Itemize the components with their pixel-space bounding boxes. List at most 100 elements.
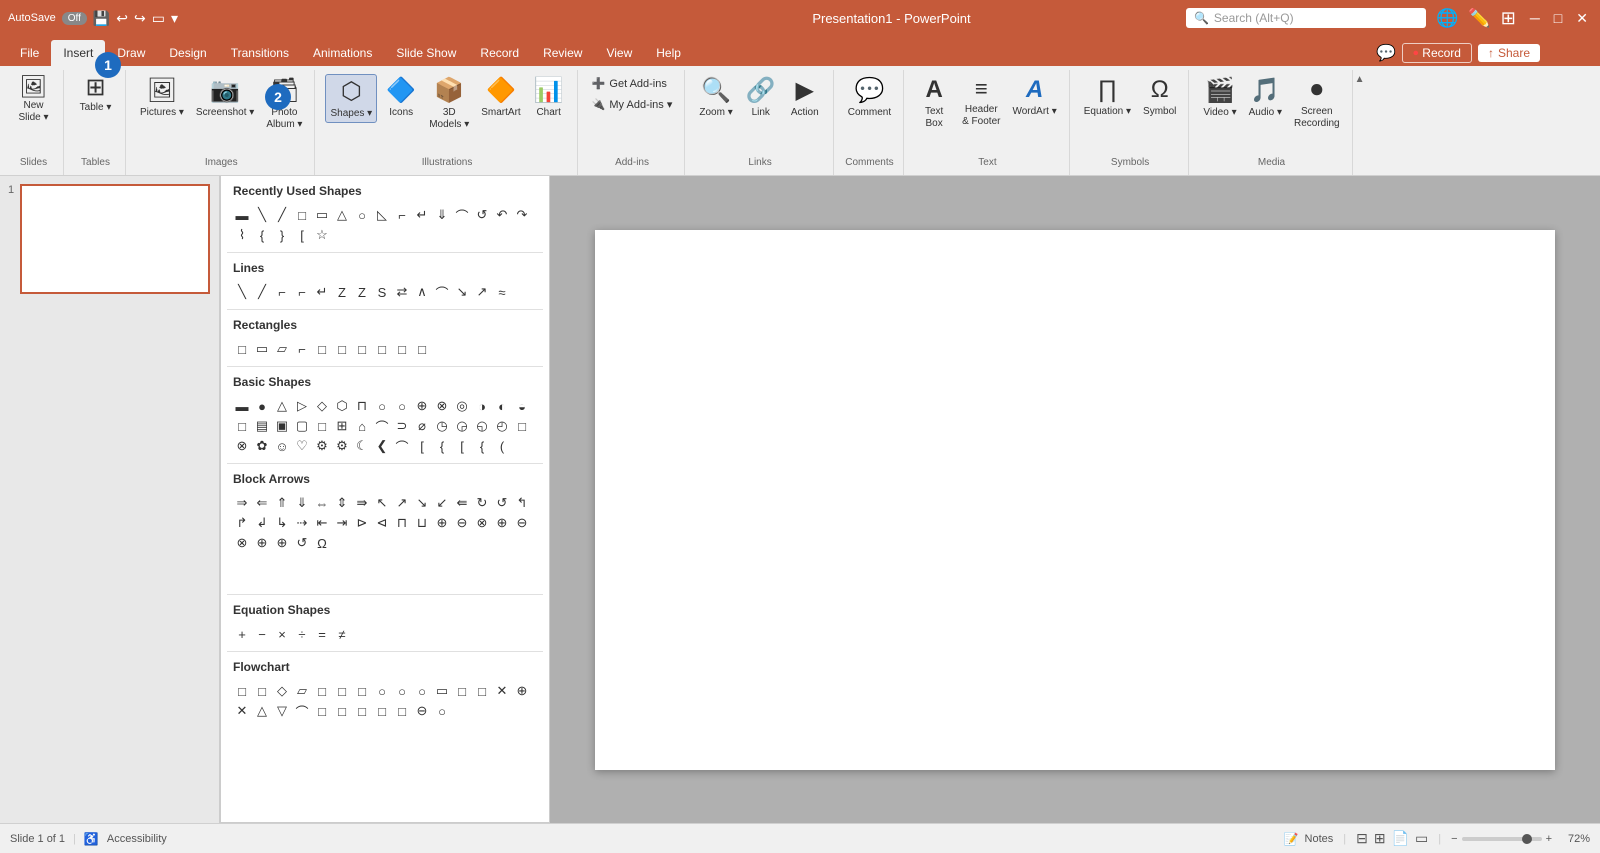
ba-28[interactable]: ⊗ [473, 514, 491, 532]
undo-icon[interactable]: ↩ [116, 10, 128, 27]
zoom-out-icon[interactable]: − [1451, 833, 1457, 845]
customize-icon[interactable]: ▾ [171, 10, 178, 27]
line-curved[interactable]: Z [333, 283, 351, 301]
ba-34[interactable]: ↺ [293, 534, 311, 552]
bs-8[interactable]: ○ [373, 397, 391, 415]
ba-2[interactable]: ⇐ [253, 494, 271, 512]
close-button[interactable]: ✕ [1572, 10, 1592, 27]
link-button[interactable]: 🔗 Link [741, 74, 781, 121]
bs-27[interactable]: ◶ [453, 417, 471, 435]
bs-6[interactable]: ⬡ [333, 397, 351, 415]
save-icon[interactable]: 💾 [93, 10, 110, 27]
fc-13[interactable]: □ [473, 682, 491, 700]
fc-3[interactable]: ◇ [273, 682, 291, 700]
bs-13[interactable]: ◑ [473, 397, 491, 415]
bs-17[interactable]: ▤ [253, 417, 271, 435]
wordart-button[interactable]: A WordArt ▾ [1008, 74, 1060, 120]
bs-2[interactable]: ● [253, 397, 271, 415]
ba-6[interactable]: ⇕ [333, 494, 351, 512]
shape-line1[interactable]: ╲ [253, 206, 271, 224]
get-addins-button[interactable]: ➕ Get Add-ins [588, 74, 677, 93]
shape-elbow-connector[interactable]: ⌐ [393, 206, 411, 224]
ba-12[interactable]: ⇚ [453, 494, 471, 512]
slide-item-1[interactable]: 1 [8, 184, 211, 294]
table-button[interactable]: ⊞ Table ▾ [76, 74, 116, 116]
redo-icon[interactable]: ↪ [134, 10, 146, 27]
share-icon[interactable]: 🌐 [1436, 8, 1458, 29]
bs-42[interactable]: [ [453, 437, 471, 455]
bs-43[interactable]: { [473, 437, 491, 455]
screenshot-button[interactable]: 📷 Screenshot ▾ [192, 74, 258, 121]
shape-text-box[interactable]: ▬ [233, 206, 251, 224]
ba-21[interactable]: ⇥ [333, 514, 351, 532]
bs-10[interactable]: ⊕ [413, 397, 431, 415]
accessibility-label[interactable]: Accessibility [107, 833, 167, 845]
tab-view[interactable]: View [594, 40, 644, 66]
shape-curved-connector[interactable]: ↺ [473, 206, 491, 224]
tab-review[interactable]: Review [531, 40, 594, 66]
ba-25[interactable]: ⊔ [413, 514, 431, 532]
ba-16[interactable]: ↱ [233, 514, 251, 532]
action-button[interactable]: ▶ Action [785, 74, 825, 121]
comment-button[interactable]: 💬 Comment [844, 74, 895, 121]
ba-5[interactable]: ⇔ [313, 494, 331, 512]
fc-7[interactable]: □ [353, 682, 371, 700]
bs-33[interactable]: ☺ [273, 437, 291, 455]
fc-20[interactable]: □ [313, 702, 331, 720]
bs-14[interactable]: ◐ [493, 397, 511, 415]
ba-11[interactable]: ↙ [433, 494, 451, 512]
ba-18[interactable]: ↳ [273, 514, 291, 532]
bs-26[interactable]: ◷ [433, 417, 451, 435]
tab-file[interactable]: File [8, 40, 51, 66]
bs-31[interactable]: ⊗ [233, 437, 251, 455]
zoom-button[interactable]: 🔍 Zoom ▾ [695, 74, 736, 121]
shape-star[interactable]: ☆ [313, 226, 331, 244]
ba-13[interactable]: ↻ [473, 494, 491, 512]
shape-rounded-rect[interactable]: ▭ [313, 206, 331, 224]
shape-ellipse[interactable]: ○ [353, 206, 371, 224]
rect-7[interactable]: □ [353, 340, 371, 358]
tab-design[interactable]: Design [157, 40, 218, 66]
fc-4[interactable]: ▱ [293, 682, 311, 700]
ba-30[interactable]: ⊖ [513, 514, 531, 532]
presentation-view-icon[interactable]: ▭ [152, 10, 165, 27]
ba-33[interactable]: ⊕ [273, 534, 291, 552]
fc-6[interactable]: □ [333, 682, 351, 700]
rect-4[interactable]: ⌐ [293, 340, 311, 358]
presentation-view-status-icon[interactable]: ▭ [1415, 830, 1428, 847]
ba-26[interactable]: ⊕ [433, 514, 451, 532]
ba-15[interactable]: ↰ [513, 494, 531, 512]
pen-icon[interactable]: ✏️ [1468, 8, 1490, 29]
fc-19[interactable]: ⌒ [293, 702, 311, 720]
rect-2[interactable]: ▭ [253, 340, 271, 358]
shape-squiggle[interactable]: ⌇ [233, 226, 251, 244]
smartart-button[interactable]: 🔶 SmartArt [477, 74, 524, 121]
minimize-button[interactable]: ─ [1526, 10, 1544, 27]
rect-3[interactable]: ▱ [273, 340, 291, 358]
ba-19[interactable]: ⇢ [293, 514, 311, 532]
share-button[interactable]: ↑ Share [1478, 44, 1540, 62]
record-button[interactable]: ⏺ Record [1402, 43, 1472, 63]
zoom-thumb[interactable] [1522, 834, 1532, 844]
audio-button[interactable]: 🎵 Audio ▾ [1245, 74, 1286, 121]
fc-18[interactable]: ▽ [273, 702, 291, 720]
ribbon-expand-button[interactable]: ▲ [1355, 70, 1365, 175]
fc-23[interactable]: □ [373, 702, 391, 720]
bs-40[interactable]: [ [413, 437, 431, 455]
ba-4[interactable]: ⇓ [293, 494, 311, 512]
line-extra[interactable]: ≈ [493, 283, 511, 301]
shape-right-triangle[interactable]: ◺ [373, 206, 391, 224]
bs-28[interactable]: ◵ [473, 417, 491, 435]
slide-canvas[interactable] [595, 230, 1555, 770]
fc-10[interactable]: ○ [413, 682, 431, 700]
bs-36[interactable]: ⚙ [333, 437, 351, 455]
zoom-in-icon[interactable]: + [1546, 833, 1552, 845]
shape-rect[interactable]: □ [293, 206, 311, 224]
bs-20[interactable]: □ [313, 417, 331, 435]
tab-help[interactable]: Help [644, 40, 693, 66]
slide-sorter-icon[interactable]: ⊞ [1374, 830, 1386, 847]
bs-18[interactable]: ▣ [273, 417, 291, 435]
ba-31[interactable]: ⊗ [233, 534, 251, 552]
bs-4[interactable]: ▷ [293, 397, 311, 415]
textbox-button[interactable]: A TextBox [914, 74, 954, 132]
